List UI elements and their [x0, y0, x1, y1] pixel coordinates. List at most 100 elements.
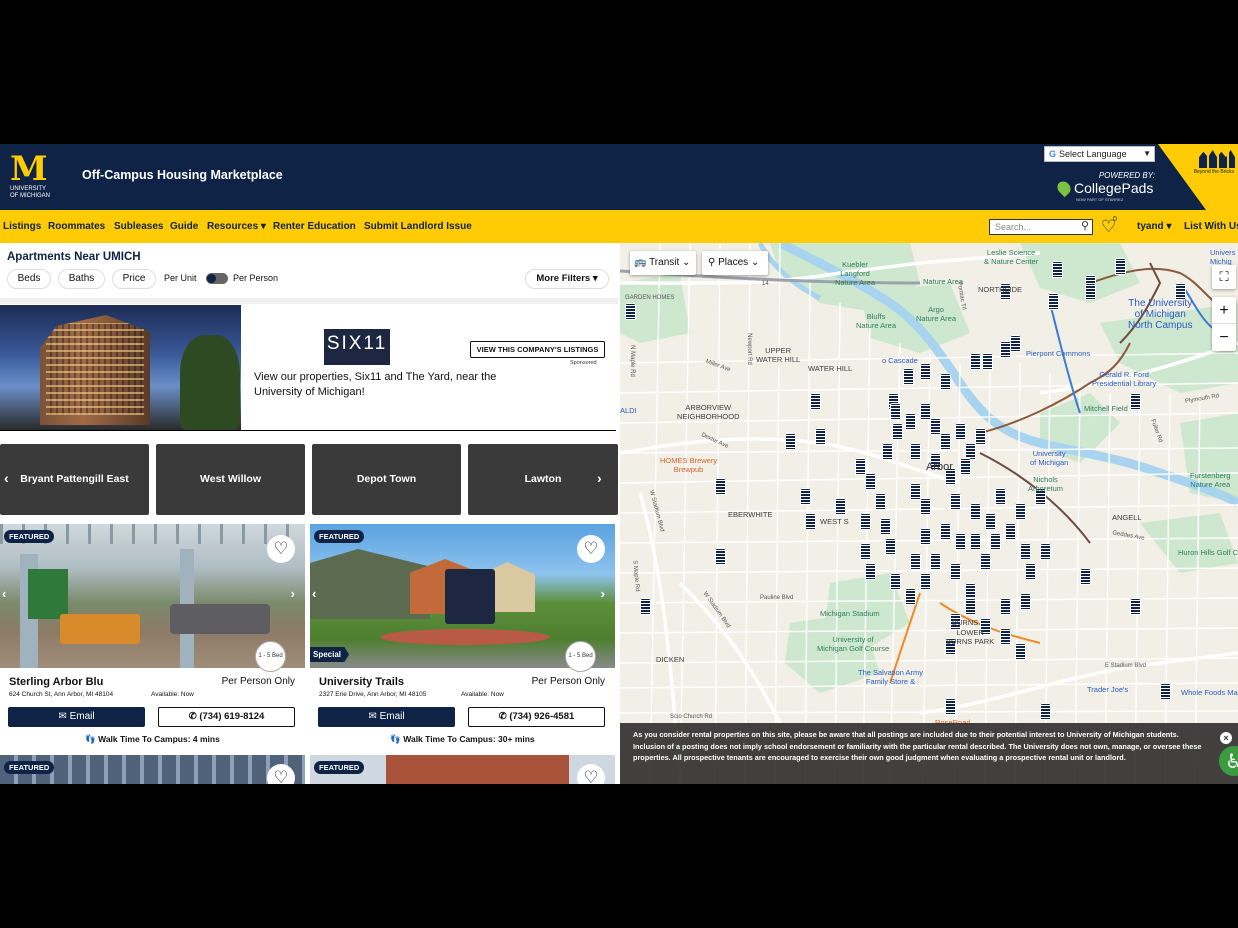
listing-marker-icon[interactable]: [805, 513, 816, 530]
nav-subleases[interactable]: Subleases: [114, 221, 163, 232]
email-button[interactable]: ✉ Email: [318, 707, 455, 727]
ad-photo[interactable]: [0, 305, 241, 430]
listing-marker-icon[interactable]: [1010, 335, 1021, 352]
language-select[interactable]: G Select Language ▼: [1044, 146, 1155, 162]
nav-roommates[interactable]: Roommates: [48, 221, 105, 232]
listing-marker-icon[interactable]: [955, 533, 966, 550]
listing-marker-icon[interactable]: [1000, 341, 1011, 358]
listing-marker-icon[interactable]: [930, 418, 941, 435]
neighborhood-tile[interactable]: Lawton: [468, 444, 618, 515]
listing-marker-icon[interactable]: [1040, 543, 1051, 560]
phone-button[interactable]: ✆ (734) 619-8124: [158, 707, 295, 727]
listing-marker-icon[interactable]: [970, 353, 981, 370]
favorite-heart-icon[interactable]: ♡: [267, 764, 295, 784]
listing-marker-icon[interactable]: [892, 423, 903, 440]
listing-marker-icon[interactable]: [903, 368, 914, 385]
listing-marker-icon[interactable]: [1000, 628, 1011, 645]
nav-resources[interactable]: Resources ▾: [207, 221, 266, 232]
email-button[interactable]: ✉ Email: [8, 707, 145, 727]
chevron-right-icon[interactable]: ›: [291, 586, 295, 601]
zoom-in-button[interactable]: +: [1212, 297, 1236, 324]
listing-marker-icon[interactable]: [1025, 563, 1036, 580]
listing-marker-icon[interactable]: [1005, 523, 1016, 540]
listing-marker-icon[interactable]: [910, 443, 921, 460]
site-title[interactable]: Off-Campus Housing Marketplace: [82, 168, 283, 182]
listing-marker-icon[interactable]: [970, 503, 981, 520]
neighborhood-tile[interactable]: Bryant Pattengill East: [0, 444, 149, 515]
listing-name[interactable]: Sterling Arbor Blu: [9, 676, 103, 688]
favorite-heart-icon[interactable]: ♡: [267, 535, 295, 563]
listing-marker-icon[interactable]: [1015, 643, 1026, 660]
listing-marker-icon[interactable]: [910, 483, 921, 500]
search-input[interactable]: Search... ⚲: [989, 219, 1093, 235]
listing-marker-icon[interactable]: [960, 458, 971, 475]
listing-marker-icon[interactable]: [1020, 593, 1031, 610]
listing-marker-icon[interactable]: [975, 428, 986, 445]
favorite-heart-icon[interactable]: ♡: [577, 535, 605, 563]
chevron-left-icon[interactable]: ‹: [2, 586, 6, 601]
listing-card[interactable]: FEATURED ♡ ‹ › 1 - 5 Bed Sterling Arbor …: [0, 524, 305, 764]
chevron-right-icon[interactable]: ›: [601, 586, 605, 601]
collegepads-logo[interactable]: CollegePads: [1054, 178, 1153, 198]
listing-marker-icon[interactable]: [970, 533, 981, 550]
listing-name[interactable]: University Trails: [319, 676, 404, 688]
listing-marker-icon[interactable]: [950, 563, 961, 580]
listing-marker-icon[interactable]: [815, 428, 826, 445]
chevron-left-icon[interactable]: ‹: [312, 586, 316, 601]
listing-marker-icon[interactable]: [1085, 283, 1096, 300]
map-view[interactable]: GARDEN HOMES UPPER WATER HILL WATER HILL…: [620, 243, 1238, 784]
listing-marker-icon[interactable]: [920, 363, 931, 380]
listing-marker-icon[interactable]: [940, 523, 951, 540]
listing-marker-icon[interactable]: [880, 518, 891, 535]
filter-beds[interactable]: Beds: [7, 269, 51, 289]
neighborhood-tile[interactable]: Depot Town: [312, 444, 461, 515]
transit-button[interactable]: 🚌 Transit ⌄: [630, 251, 696, 275]
listing-marker-icon[interactable]: [980, 553, 991, 570]
nav-submit-landlord-issue[interactable]: Submit Landlord Issue: [364, 221, 472, 232]
listing-marker-icon[interactable]: [625, 303, 636, 320]
listing-marker-icon[interactable]: [940, 433, 951, 450]
listing-marker-icon[interactable]: [920, 498, 931, 515]
listing-marker-icon[interactable]: [940, 373, 951, 390]
phone-button[interactable]: ✆ (734) 926-4581: [468, 707, 605, 727]
listing-marker-icon[interactable]: [640, 598, 651, 615]
sponsored-ad[interactable]: SIX11 View our properties, Six11 and The…: [0, 305, 616, 431]
listing-marker-icon[interactable]: [955, 423, 966, 440]
filter-baths[interactable]: Baths: [58, 269, 105, 289]
listing-marker-icon[interactable]: [1015, 503, 1026, 520]
listing-marker-icon[interactable]: [890, 403, 901, 420]
favorites-button[interactable]: ♡ 0: [1101, 216, 1117, 237]
listing-marker-icon[interactable]: [990, 533, 1001, 550]
university-logo[interactable]: M University of Michigan: [10, 152, 50, 200]
listing-marker-icon[interactable]: [995, 488, 1006, 505]
listing-marker-icon[interactable]: [890, 573, 901, 590]
listing-marker-icon[interactable]: [1000, 598, 1011, 615]
nav-guide[interactable]: Guide: [170, 221, 198, 232]
nav-listings[interactable]: Listings: [3, 221, 41, 232]
listing-marker-icon[interactable]: [855, 458, 866, 475]
listing-marker-icon[interactable]: [1115, 258, 1126, 275]
listing-marker-icon[interactable]: [910, 553, 921, 570]
listing-marker-icon[interactable]: [1020, 543, 1031, 560]
listing-card[interactable]: FEATURED ♡ ‹ › Special 1 - 5 Bed Univers…: [310, 524, 615, 764]
listing-marker-icon[interactable]: [875, 493, 886, 510]
favorite-heart-icon[interactable]: ♡: [577, 764, 605, 784]
listing-marker-icon[interactable]: [1040, 703, 1051, 720]
listing-marker-icon[interactable]: [1080, 568, 1091, 585]
listing-marker-icon[interactable]: [920, 403, 931, 420]
listing-marker-icon[interactable]: [1160, 683, 1171, 700]
pricing-toggle[interactable]: [206, 273, 228, 284]
more-filters-button[interactable]: More Filters ▾: [525, 269, 609, 289]
listing-marker-icon[interactable]: [930, 553, 941, 570]
listing-marker-icon[interactable]: [950, 493, 961, 510]
listing-marker-icon[interactable]: [715, 548, 726, 565]
listing-marker-icon[interactable]: [920, 573, 931, 590]
listing-marker-icon[interactable]: [715, 478, 726, 495]
listing-marker-icon[interactable]: [785, 433, 796, 450]
neighborhood-tile[interactable]: West Willow: [156, 444, 305, 515]
listing-marker-icon[interactable]: [985, 513, 996, 530]
beyond-the-bricks-badge[interactable]: Beyond the Bricks: [1158, 144, 1238, 210]
listing-marker-icon[interactable]: [905, 588, 916, 605]
listing-marker-icon[interactable]: [1052, 261, 1063, 278]
listing-marker-icon[interactable]: [800, 488, 811, 505]
